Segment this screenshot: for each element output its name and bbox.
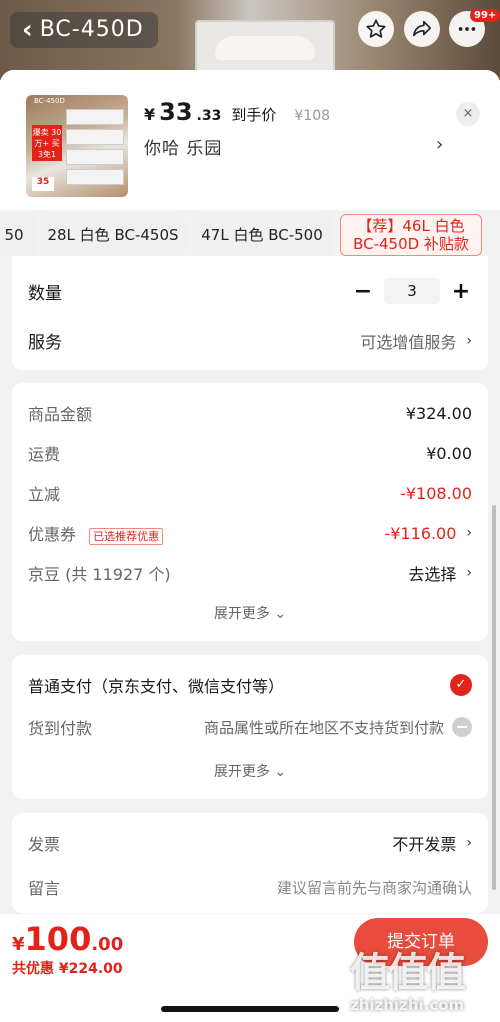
invoice-value: 不开发票 (392, 835, 457, 854)
coupon-label: 优惠券 (28, 525, 77, 544)
spec-chip-selected[interactable]: 【荐】46L 白色 BC-450D 补贴款 (340, 214, 482, 256)
total-currency: ¥ (12, 934, 25, 955)
star-icon (366, 19, 386, 38)
note-input[interactable]: 建议留言前先与商家沟通确认 (277, 877, 472, 898)
spec-chip[interactable]: 28L 白色 BC-450S (40, 214, 186, 256)
jingdou-label: 京豆 (共 11927 个) (28, 565, 171, 584)
product-summary: BC-450D 爆卖 30万+ 买3免1 35 ¥ 33 .33 到手价 ¥10… (0, 70, 500, 210)
shipping-label: 运费 (28, 445, 61, 464)
jingdou-row[interactable]: 京豆 (共 11927 个) 去选择 › (28, 561, 472, 585)
original-price: ¥108 (294, 108, 331, 124)
coupon-label-group: 优惠券 已选推荐优惠 (28, 521, 164, 545)
price-row: ¥ 33 .33 到手价 ¥108 (144, 98, 330, 126)
goods-amount-value: ¥324.00 (405, 403, 472, 423)
discount-value: -¥108.00 (400, 483, 472, 503)
total-saving: 共优惠 ¥224.00 (12, 961, 123, 977)
shipping-row: 运费 ¥0.00 (28, 441, 472, 465)
quantity-row: 数量 − 3 + (28, 278, 472, 304)
watermark-logo: 值值值 (350, 950, 466, 996)
coupon-value-group: -¥116.00 › (384, 524, 472, 543)
quantity-stepper: − 3 + (352, 278, 472, 304)
payment-card: 普通支付（京东支付、微信支付等） ✓ 货到付款 商品属性或所在地区不支持货到付款… (12, 655, 488, 799)
payment-cod-label: 货到付款 (28, 719, 93, 738)
home-indicator[interactable] (161, 1006, 339, 1012)
spec-selector: 50 28L 白色 BC-450S 47L 白色 BC-500 【荐】46L 白… (0, 210, 500, 256)
quantity-label: 数量 (28, 283, 62, 304)
total-price: ¥ 100 .00 (12, 920, 123, 958)
close-button[interactable]: × (456, 102, 480, 126)
thumbnail-drawer (66, 109, 124, 125)
payment-cod-row: 货到付款 商品属性或所在地区不支持货到付款 (28, 715, 472, 739)
thumbnail-drawer (66, 149, 124, 165)
thumbnail-model: BC-450D (34, 97, 65, 105)
service-row[interactable]: 服务 可选增值服务 › (28, 328, 472, 354)
expand-more-payment[interactable]: 展开更多 ⌄ (12, 761, 488, 781)
checkmark-icon[interactable]: ✓ (450, 674, 472, 696)
thumbnail-drawer (66, 169, 124, 185)
favorite-button[interactable] (358, 11, 394, 47)
payment-normal-label: 普通支付（京东支付、微信支付等） (28, 677, 285, 696)
price-decimal: .33 (196, 108, 222, 124)
quantity-input[interactable]: 3 (384, 278, 440, 304)
thumbnail-drawer (66, 129, 124, 145)
invoice-row[interactable]: 发票 不开发票 › (28, 831, 472, 855)
chevron-right-icon: › (466, 835, 472, 851)
disabled-minus-icon (452, 717, 472, 737)
payment-cod-note: 商品属性或所在地区不支持货到付款 (203, 718, 444, 737)
service-value: 可选增值服务 (360, 332, 457, 352)
total-decimal: .00 (91, 934, 124, 955)
coupon-recommended-badge: 已选推荐优惠 (89, 528, 164, 545)
service-value-group: 可选增值服务 › (360, 329, 472, 353)
chevron-right-icon: › (466, 332, 472, 349)
increase-button[interactable]: + (450, 279, 472, 304)
shipping-value: ¥0.00 (426, 443, 472, 463)
invoice-card: 发票 不开发票 › 留言 建议留言前先与商家沟通确认 (12, 813, 488, 913)
expand-more-summary[interactable]: 展开更多 ⌄ (12, 603, 488, 623)
price-currency: ¥ (144, 105, 156, 124)
payment-normal-row[interactable]: 普通支付（京东支付、微信支付等） ✓ (28, 673, 472, 697)
note-label: 留言 (28, 879, 61, 898)
product-thumbnail[interactable]: BC-450D 爆卖 30万+ 买3免1 35 (26, 95, 128, 197)
shop-name[interactable]: 你哈 乐园 (144, 134, 222, 159)
discount-row: 立减 -¥108.00 (28, 481, 472, 505)
coupon-row[interactable]: 优惠券 已选推荐优惠 -¥116.00 › (28, 521, 472, 545)
chevron-right-icon: › (466, 525, 472, 541)
coupon-value: -¥116.00 (384, 523, 457, 543)
total-integer: 100 (24, 920, 92, 958)
note-row[interactable]: 留言 建议留言前先与商家沟通确认 (28, 875, 472, 899)
watermark: 值值值 zhizhizhi.com (350, 940, 500, 1022)
goods-amount-row: 商品金额 ¥324.00 (28, 401, 472, 425)
discount-label: 立减 (28, 485, 61, 504)
chevron-right-icon[interactable]: › (436, 134, 443, 155)
invoice-label: 发票 (28, 835, 61, 854)
order-sheet: BC-450D 爆卖 30万+ 买3免1 35 ¥ 33 .33 到手价 ¥10… (0, 70, 500, 1022)
back-chevron-icon: ‹ (22, 15, 34, 45)
jingdou-action-group: 去选择 › (408, 561, 472, 585)
watermark-url: zhizhizhi.com (350, 996, 465, 1014)
service-label: 服务 (28, 333, 62, 353)
quantity-service-card: 数量 − 3 + 服务 可选增值服务 › (12, 256, 488, 370)
chevron-right-icon: › (466, 565, 472, 581)
price-summary-card: 商品金额 ¥324.00 运费 ¥0.00 立减 -¥108.00 优惠券 已选… (12, 383, 488, 641)
share-icon (412, 20, 432, 37)
decrease-button[interactable]: − (352, 279, 374, 304)
share-button[interactable] (404, 11, 440, 47)
thumbnail-price-tag: 35 (32, 177, 54, 191)
thumbnail-promo-tag: 爆卖 30万+ 买3免1 (32, 125, 62, 161)
spec-chip[interactable]: 50 (0, 214, 38, 256)
goods-amount-label: 商品金额 (28, 405, 93, 424)
back-button[interactable]: ‹ BC-450D (10, 12, 158, 48)
invoice-value-group: 不开发票 › (392, 831, 472, 855)
spec-chip[interactable]: 47L 白色 BC-500 (192, 214, 332, 256)
price-integer: 33 (159, 98, 193, 126)
model-label-text: BC-450D (39, 17, 144, 42)
price-label: 到手价 (231, 106, 277, 124)
scrollbar[interactable] (492, 505, 496, 890)
jingdou-action: 去选择 (408, 565, 457, 584)
message-count-badge: 99+ (470, 9, 500, 22)
cod-note-group: 商品属性或所在地区不支持货到付款 (204, 717, 472, 738)
